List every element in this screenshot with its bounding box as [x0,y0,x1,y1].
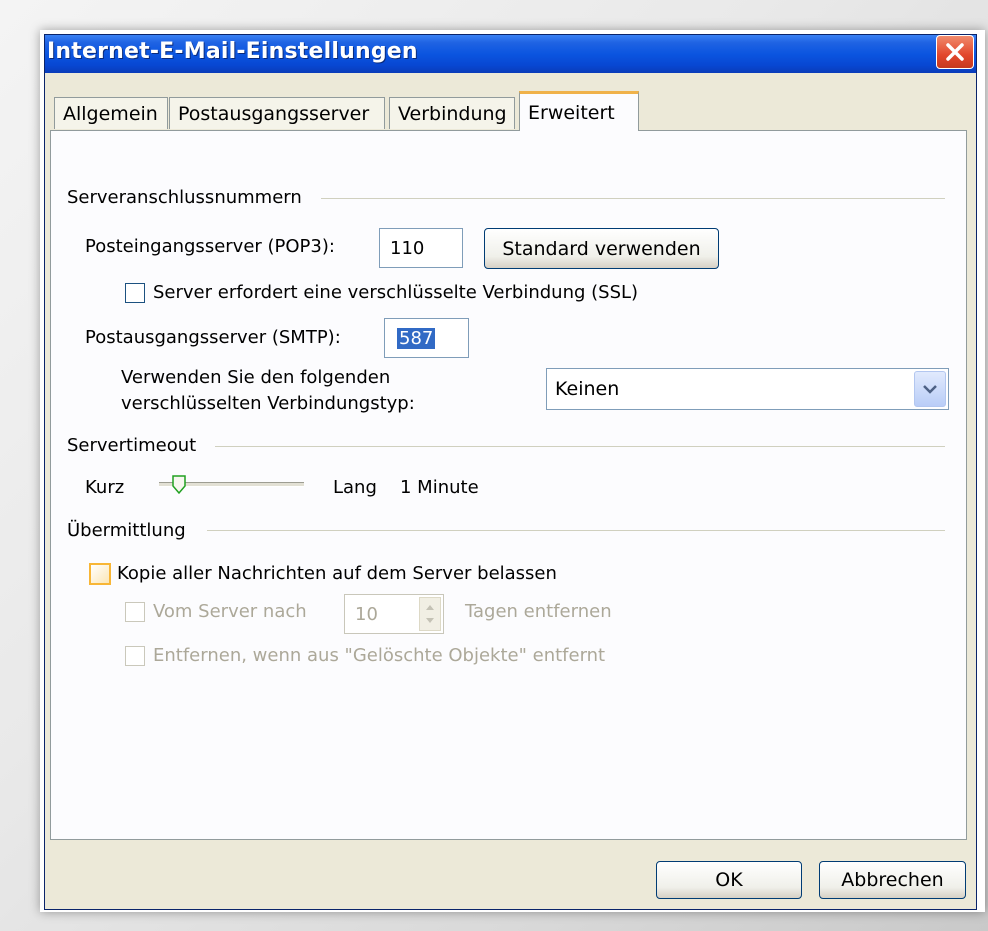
ssl-label: Server erfordert eine verschlüsselte Ver… [153,282,639,303]
remove-deleted-label: Entfernen, wenn aus "Gelöschte Objekte" … [153,645,606,666]
remove-after-checkbox[interactable] [125,602,145,622]
section-separator [215,446,945,447]
spinner-arrows-icon [426,605,434,623]
title-bar[interactable]: Internet-E-Mail-Einstellungen [45,35,976,73]
dropdown-arrow-button[interactable] [914,371,946,407]
timeout-slider[interactable] [159,475,304,495]
section-separator [321,198,945,199]
pop3-port-field[interactable]: 110 [379,228,463,268]
timeout-long-label: Lang [333,477,377,498]
remove-after-label: Vom Server nach [153,601,307,622]
ok-button[interactable]: OK [656,861,802,899]
remove-days-spinner[interactable]: 10 [344,594,444,634]
chevron-down-icon [923,385,937,394]
email-settings-dialog: Internet-E-Mail-Einstellungen Allgemein … [44,34,977,910]
smtp-port-field[interactable]: 587 [384,318,469,358]
smtp-port-value: 587 [397,327,436,349]
cancel-label: Abbrechen [841,869,944,891]
use-default-label: Standard verwenden [502,237,701,260]
section-ports-label: Serveranschlussnummern [67,187,302,208]
encryption-type-value: Keinen [555,378,620,400]
tab-erweitert[interactable]: Erweitert [519,91,639,131]
timeout-short-label: Kurz [85,477,125,498]
keep-copy-checkbox[interactable] [89,563,111,585]
close-button[interactable] [936,35,974,69]
cancel-button[interactable]: Abbrechen [819,861,966,899]
ok-label: OK [715,869,743,891]
tab-label: Erweitert [528,101,615,124]
remove-days-value: 10 [355,603,378,625]
window-title: Internet-E-Mail-Einstellungen [47,39,418,64]
remove-after-suffix: Tagen entfernen [465,601,612,622]
remove-deleted-checkbox[interactable] [125,646,145,666]
use-default-button[interactable]: Standard verwenden [484,228,719,269]
tab-label: Postausgangsserver [178,102,370,125]
timeout-value: 1 Minute [400,477,479,498]
section-timeout-label: Servertimeout [67,435,197,456]
ssl-checkbox[interactable] [125,283,145,303]
encryption-label-line1: Verwenden Sie den folgenden [121,367,391,388]
keep-copy-label: Kopie aller Nachrichten auf dem Server b… [117,563,557,584]
tab-postausgangsserver[interactable]: Postausgangsserver [169,97,385,129]
pop3-port-value: 110 [390,237,425,259]
spinner-buttons[interactable] [419,597,441,631]
tab-label: Verbindung [398,102,507,125]
tab-allgemein[interactable]: Allgemein [54,97,168,129]
section-delivery-label: Übermittlung [67,520,186,541]
encryption-label-line2: verschlüsselten Verbindungstyp: [121,393,415,414]
encryption-type-select[interactable]: Keinen [546,368,949,410]
smtp-label: Postausgangsserver (SMTP): [85,327,341,348]
tab-panel-erweitert: Serveranschlussnummern Posteingangsserve… [50,130,967,840]
slider-thumb-icon[interactable] [172,475,186,495]
section-separator [207,530,945,531]
close-icon [946,43,964,61]
tab-verbindung[interactable]: Verbindung [389,97,515,129]
tab-label: Allgemein [63,102,158,125]
pop3-label: Posteingangsserver (POP3): [85,236,335,257]
